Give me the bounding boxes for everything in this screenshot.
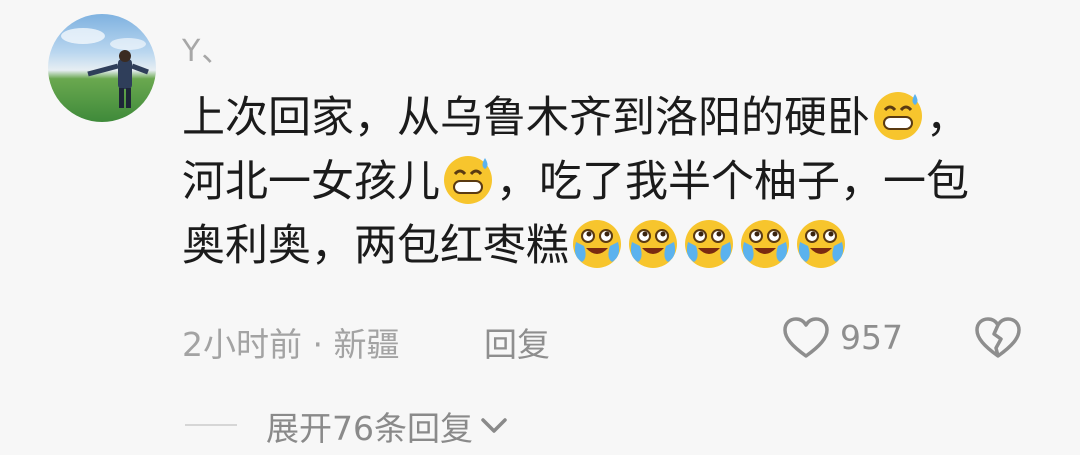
heart-icon: [783, 317, 829, 358]
expand-replies-button[interactable]: 展开76条回复: [266, 402, 509, 450]
sweat-grin-emoji: [444, 156, 492, 204]
comment-time: 2小时前: [182, 325, 302, 364]
reply-button[interactable]: 回复: [484, 318, 550, 366]
tears-of-joy-emoji: [629, 220, 677, 268]
chevron-down-icon: [481, 418, 507, 433]
comment-text: 上次回家，从乌鲁木齐到洛阳的硬卧 ， 河北一女孩儿 ，吃了我半个柚子，一包 奥利…: [182, 86, 1042, 278]
comment-text-part: ，吃了我半个柚子，一包: [496, 157, 969, 207]
meta-separator: ·: [312, 325, 324, 364]
tears-of-joy-emoji-group: [569, 220, 849, 271]
comment-time-location: 2小时前 · 新疆: [182, 318, 400, 366]
tears-of-joy-emoji: [741, 220, 789, 268]
comment-username[interactable]: Y、: [182, 26, 232, 70]
broken-heart-icon[interactable]: [974, 316, 1022, 360]
tears-of-joy-emoji: [573, 220, 621, 268]
expand-replies-label: 展开76条回复: [266, 409, 473, 448]
comment-text-part: ，: [926, 93, 969, 143]
avatar[interactable]: [48, 14, 156, 122]
tears-of-joy-emoji: [797, 220, 845, 268]
like-count: 957: [840, 318, 903, 357]
comment-text-part: 奥利奥，两包红枣糕: [182, 221, 569, 271]
comment-text-part: 河北一女孩儿: [182, 157, 440, 207]
comment-location: 新疆: [333, 325, 400, 364]
tears-of-joy-emoji: [685, 220, 733, 268]
replies-divider: [185, 424, 237, 426]
sweat-grin-emoji: [874, 92, 922, 140]
comment-text-part: 上次回家，从乌鲁木齐到洛阳的硬卧: [182, 93, 870, 143]
avatar-image: [61, 28, 149, 108]
comment-meta-row: 2小时前 · 新疆 回复 957: [182, 314, 1042, 364]
